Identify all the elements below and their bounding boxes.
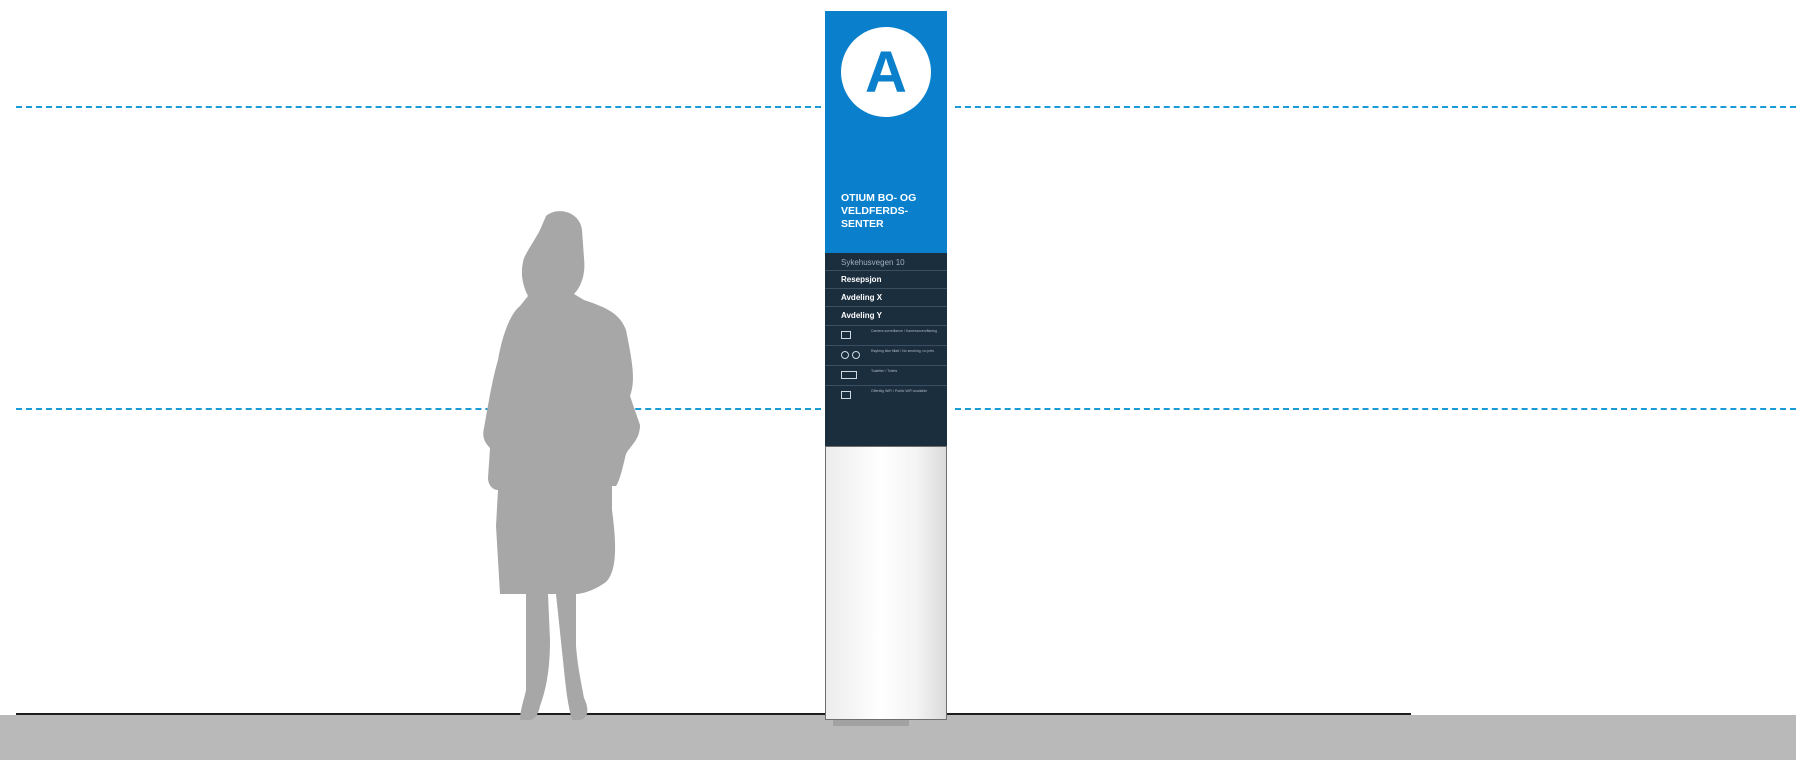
camera-icon [841,331,851,339]
info-row: Camera surveillance / Kameraovervåkning [825,325,947,345]
site-letter-badge: A [841,27,931,117]
person-silhouette [483,211,640,720]
destination-item: Avdeling Y [825,306,947,323]
wifi-icon [841,391,851,399]
floor-line [16,713,1411,715]
pylon-plinth [833,720,909,726]
site-letter: A [865,39,907,105]
info-text: Toaletter / Toilets [871,369,898,373]
toilet-icon [841,371,857,379]
address-text: Sykehusvegen 10 [841,258,905,267]
pylon-header: A OTIUM BO- OG VELDFERDS- SENTER [825,11,947,253]
info-row: Toaletter / Toilets [825,365,947,385]
guide-line-upper-right [955,106,1796,108]
guide-line-upper [16,106,821,108]
info-row: Offentlig WiFi / Public WiFi available [825,385,947,405]
directory-panel: Sykehusvegen 10 Resepsjon Avdeling X Avd… [825,253,947,446]
info-text: Røyking ikke tillatt / No smoking, no pe… [871,349,935,353]
guide-line-lower-right [955,408,1796,410]
info-text: Offentlig WiFi / Public WiFi available [871,389,928,393]
guide-line-lower [16,408,821,410]
pylon-base [825,446,947,720]
sign-title: OTIUM BO- OG VELDFERDS- SENTER [841,192,917,230]
no-smoking-icon [841,351,849,359]
no-pets-icon [852,351,860,359]
destination-item: Resepsjon [825,270,947,287]
info-text: Camera surveillance / Kameraovervåkning [871,329,937,333]
info-row: Røyking ikke tillatt / No smoking, no pe… [825,345,947,365]
destination-item: Avdeling X [825,288,947,305]
